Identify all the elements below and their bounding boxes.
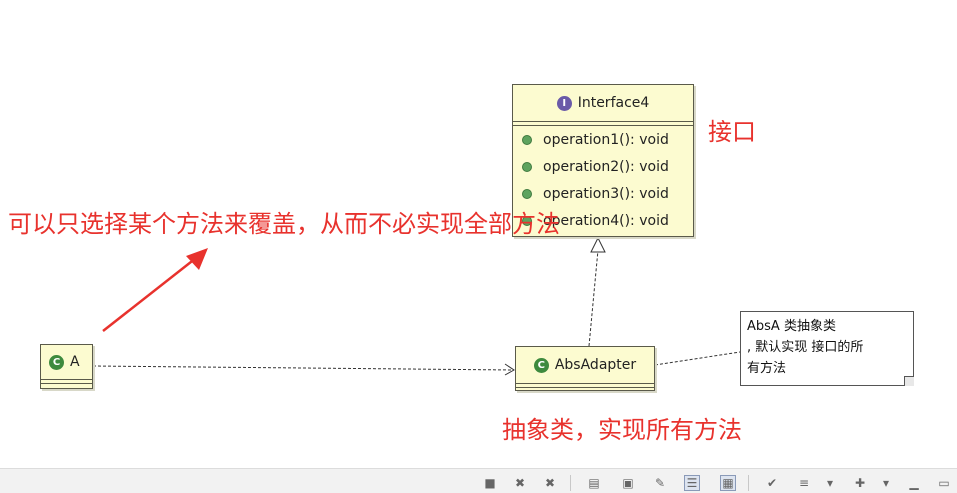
- grid-view-icon[interactable]: ▦: [720, 475, 736, 491]
- bottom-toolbar: ■ ✖ ✖ ▤ ▣ ✎ ☰ ▦ ✔ ≡ ▾ ✚ ▾ ▁ ▭: [0, 468, 957, 493]
- document-icon[interactable]: ▤: [586, 475, 602, 491]
- attributes-divider: [513, 121, 693, 122]
- public-method-icon: [522, 134, 532, 145]
- close-icon[interactable]: ✖: [512, 475, 528, 491]
- annotation-arrowhead: [186, 248, 208, 270]
- window-icon[interactable]: ▣: [620, 475, 636, 491]
- interface-icon: I: [556, 95, 572, 111]
- class-a-box[interactable]: C A: [40, 344, 93, 389]
- class-icon: C: [533, 357, 549, 373]
- operations-divider: [41, 383, 92, 384]
- toolbar-divider: [570, 475, 571, 491]
- abs-adapter-box[interactable]: C AbsAdapter: [515, 346, 655, 391]
- toolbar-divider: [748, 475, 749, 491]
- note-line: AbsA 类抽象类: [747, 319, 836, 334]
- checkmark-icon[interactable]: ✔: [764, 475, 780, 491]
- public-method-icon: [522, 188, 532, 199]
- interface-header: I Interface4: [513, 85, 693, 121]
- abs-adapter-header: C AbsAdapter: [516, 347, 654, 383]
- override-annotation: 可以只选择某个方法来覆盖，从而不必实现全部方法: [8, 210, 560, 238]
- realization-line: [588, 249, 599, 347]
- note-line: 有方法: [747, 361, 787, 376]
- dropdown-icon[interactable]: ▾: [822, 475, 838, 491]
- attributes-divider: [41, 379, 92, 380]
- note-line: , 默认实现 接口的所: [747, 340, 864, 355]
- menu-icon[interactable]: ≡: [796, 475, 812, 491]
- attributes-divider: [516, 383, 654, 384]
- maximize-icon[interactable]: ▭: [936, 475, 952, 491]
- add-icon[interactable]: ✚: [852, 475, 868, 491]
- edit-icon[interactable]: ✎: [652, 475, 668, 491]
- note-fold-corner: [904, 376, 914, 386]
- dependency-line: [92, 365, 514, 371]
- abstract-class-annotation: 抽象类，实现所有方法: [502, 416, 742, 444]
- list-view-icon[interactable]: ☰: [684, 475, 700, 491]
- class-a-name: A: [70, 354, 80, 370]
- abs-adapter-name: AbsAdapter: [554, 357, 637, 373]
- close-all-icon[interactable]: ✖: [542, 475, 558, 491]
- public-method-icon: [522, 161, 532, 172]
- interface-name: Interface4: [577, 95, 650, 111]
- operation-item[interactable]: operation1(): void: [513, 126, 693, 153]
- operation-item[interactable]: operation2(): void: [513, 153, 693, 180]
- note-box[interactable]: AbsA 类抽象类 , 默认实现 接口的所 有方法: [740, 311, 914, 386]
- realization-arrowhead: [590, 236, 606, 253]
- note-connector: [654, 351, 741, 366]
- class-a-header: C A: [41, 345, 92, 379]
- square-icon[interactable]: ■: [482, 475, 498, 491]
- minimize-icon[interactable]: ▁: [906, 475, 922, 491]
- class-icon: C: [49, 354, 64, 370]
- operation-item[interactable]: operation3(): void: [513, 180, 693, 207]
- operations-divider: [516, 387, 654, 388]
- dropdown-icon[interactable]: ▾: [878, 475, 894, 491]
- annotation-arrow: [102, 257, 197, 332]
- interface-annotation: 接口: [708, 118, 756, 146]
